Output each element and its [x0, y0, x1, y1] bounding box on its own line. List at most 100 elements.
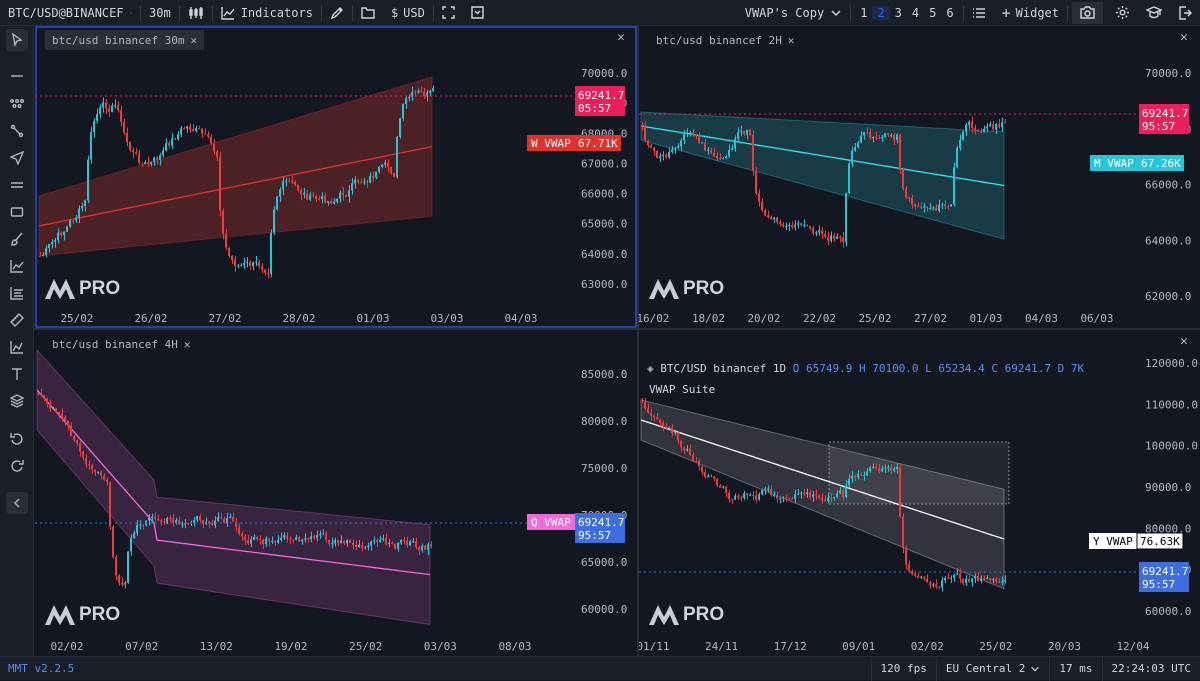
candle-body — [869, 467, 871, 472]
candle-body — [225, 233, 227, 248]
area-chart-icon — [10, 341, 23, 354]
chart-tab[interactable]: btc/usd binancef 4H ✕ — [45, 334, 197, 354]
chart-panel-2h[interactable]: 70000.068000.066000.064000.062000.016/02… — [639, 26, 1200, 328]
rectangle-tool[interactable] — [6, 201, 28, 223]
indicator-legend[interactable]: VWAP Suite — [649, 383, 715, 396]
candle-body — [860, 135, 862, 143]
settings-button[interactable] — [1107, 0, 1138, 26]
candle-body — [226, 518, 228, 523]
open-folder-button[interactable] — [353, 0, 383, 26]
redo-button[interactable] — [6, 455, 28, 477]
close-tab-icon[interactable]: ✕ — [190, 34, 197, 47]
price-tick-label: 64000.0 — [1145, 234, 1191, 247]
close-panel-icon[interactable]: ✕ — [617, 30, 625, 45]
price-tick-label: 75000.0 — [581, 462, 627, 475]
exit-button[interactable] — [1170, 0, 1200, 26]
chart-panel-30m[interactable]: 70000.069000.068000.067000.066000.065000… — [35, 26, 637, 328]
interval-selector[interactable]: 30m — [141, 0, 179, 26]
layout-selector[interactable]: VWAP's Copy — [737, 0, 850, 26]
chart-line-tool[interactable] — [6, 255, 28, 277]
layout-3[interactable]: 3 — [890, 6, 907, 20]
candle-body — [995, 579, 997, 582]
layout-4[interactable]: 4 — [907, 6, 924, 20]
chart-tab[interactable]: btc/usd binancef 30m ✕ — [45, 30, 205, 50]
candle-body — [402, 103, 404, 119]
chart-tab[interactable]: btc/usd binancef 2H ✕ — [649, 30, 801, 50]
text-tool[interactable] — [6, 363, 28, 385]
candle-body — [728, 150, 730, 157]
list-button[interactable] — [964, 0, 994, 26]
candle-body — [992, 579, 994, 581]
chart-type-button[interactable] — [180, 0, 212, 26]
candle-body — [366, 181, 368, 183]
close-tab-icon[interactable]: ✕ — [184, 338, 191, 351]
layout-1[interactable]: 1 — [855, 6, 872, 20]
vwap-band — [38, 76, 433, 257]
chart-panel-4h[interactable]: 85000.080000.075000.070000.065000.060000… — [35, 330, 637, 656]
layout-5[interactable]: 5 — [924, 6, 941, 20]
candle-body — [169, 518, 171, 520]
collapse-sidebar-button[interactable] — [6, 492, 28, 514]
close-panel-icon[interactable]: ✕ — [1180, 334, 1188, 349]
candle-body — [1004, 122, 1006, 124]
candle-body — [680, 440, 682, 448]
layers-tool[interactable] — [6, 390, 28, 412]
date-tick-label: 18/02 — [692, 312, 725, 325]
candle-body — [872, 136, 874, 139]
candle-body — [746, 493, 748, 496]
currency-selector[interactable]: $ USD — [383, 0, 433, 26]
symbol-selector[interactable]: BTC/USD@BINANCEF — [0, 0, 140, 26]
candle-body — [361, 544, 363, 548]
candle-body — [148, 518, 150, 521]
candle-body — [192, 129, 194, 131]
chart-panel-1d[interactable]: 120000.0110000.0100000.090000.080000.070… — [639, 330, 1200, 656]
horizontal-line-tool[interactable] — [6, 65, 28, 87]
indicators-button[interactable]: Indicators — [213, 0, 321, 26]
cursor-tool[interactable] — [6, 29, 28, 51]
save-button[interactable] — [463, 0, 492, 26]
learn-button[interactable] — [1138, 0, 1170, 26]
chart-canvas[interactable]: 85000.080000.075000.070000.065000.060000… — [35, 330, 637, 656]
add-widget-button[interactable]: + Widget — [994, 0, 1067, 26]
measure-tool[interactable] — [6, 309, 28, 331]
ray-tool[interactable] — [6, 147, 28, 169]
candle-body — [818, 495, 820, 498]
mountain-chart-tool[interactable] — [6, 336, 28, 358]
tab-label: btc/usd binancef 4H — [52, 337, 178, 351]
pattern-tool[interactable] — [6, 92, 28, 114]
layout-2[interactable]: 2 — [872, 5, 890, 20]
interval-label: 30m — [149, 5, 171, 20]
screenshot-button[interactable] — [1072, 1, 1103, 24]
undo-button[interactable] — [6, 428, 28, 450]
candle-body — [129, 141, 131, 151]
trend-line-tool[interactable] — [6, 120, 28, 142]
region-selector[interactable]: EU Central 2 — [935, 656, 1049, 681]
close-tab-icon[interactable]: ✕ — [788, 34, 795, 47]
brush-tool[interactable] — [6, 228, 28, 250]
candle-body — [749, 495, 751, 497]
candle-body — [373, 540, 375, 542]
candle-body — [962, 131, 964, 140]
candle-body — [349, 540, 351, 543]
date-tick-label: 25/02 — [858, 312, 891, 325]
candle-body — [887, 133, 889, 136]
close-panel-icon[interactable]: ✕ — [1180, 30, 1188, 45]
candle-body — [39, 255, 41, 257]
candle-body — [854, 147, 856, 151]
chart-canvas[interactable]: 70000.069000.068000.067000.066000.065000… — [35, 26, 637, 328]
parallel-lines-tool[interactable] — [6, 174, 28, 196]
legend-high: H 70100.0 — [858, 362, 919, 375]
candle-body — [728, 492, 730, 500]
candle-body — [752, 495, 754, 497]
binance-icon: ◈ — [647, 362, 654, 375]
fullscreen-button[interactable] — [434, 0, 463, 26]
candle-body — [336, 198, 338, 202]
candle-body — [165, 143, 167, 151]
draw-button[interactable] — [322, 0, 352, 26]
fib-tool[interactable] — [6, 282, 28, 304]
candle-body — [79, 443, 81, 452]
layout-6[interactable]: 6 — [941, 6, 958, 20]
candle-body — [118, 575, 120, 583]
candle-body — [399, 118, 401, 137]
candle-body — [181, 524, 183, 526]
